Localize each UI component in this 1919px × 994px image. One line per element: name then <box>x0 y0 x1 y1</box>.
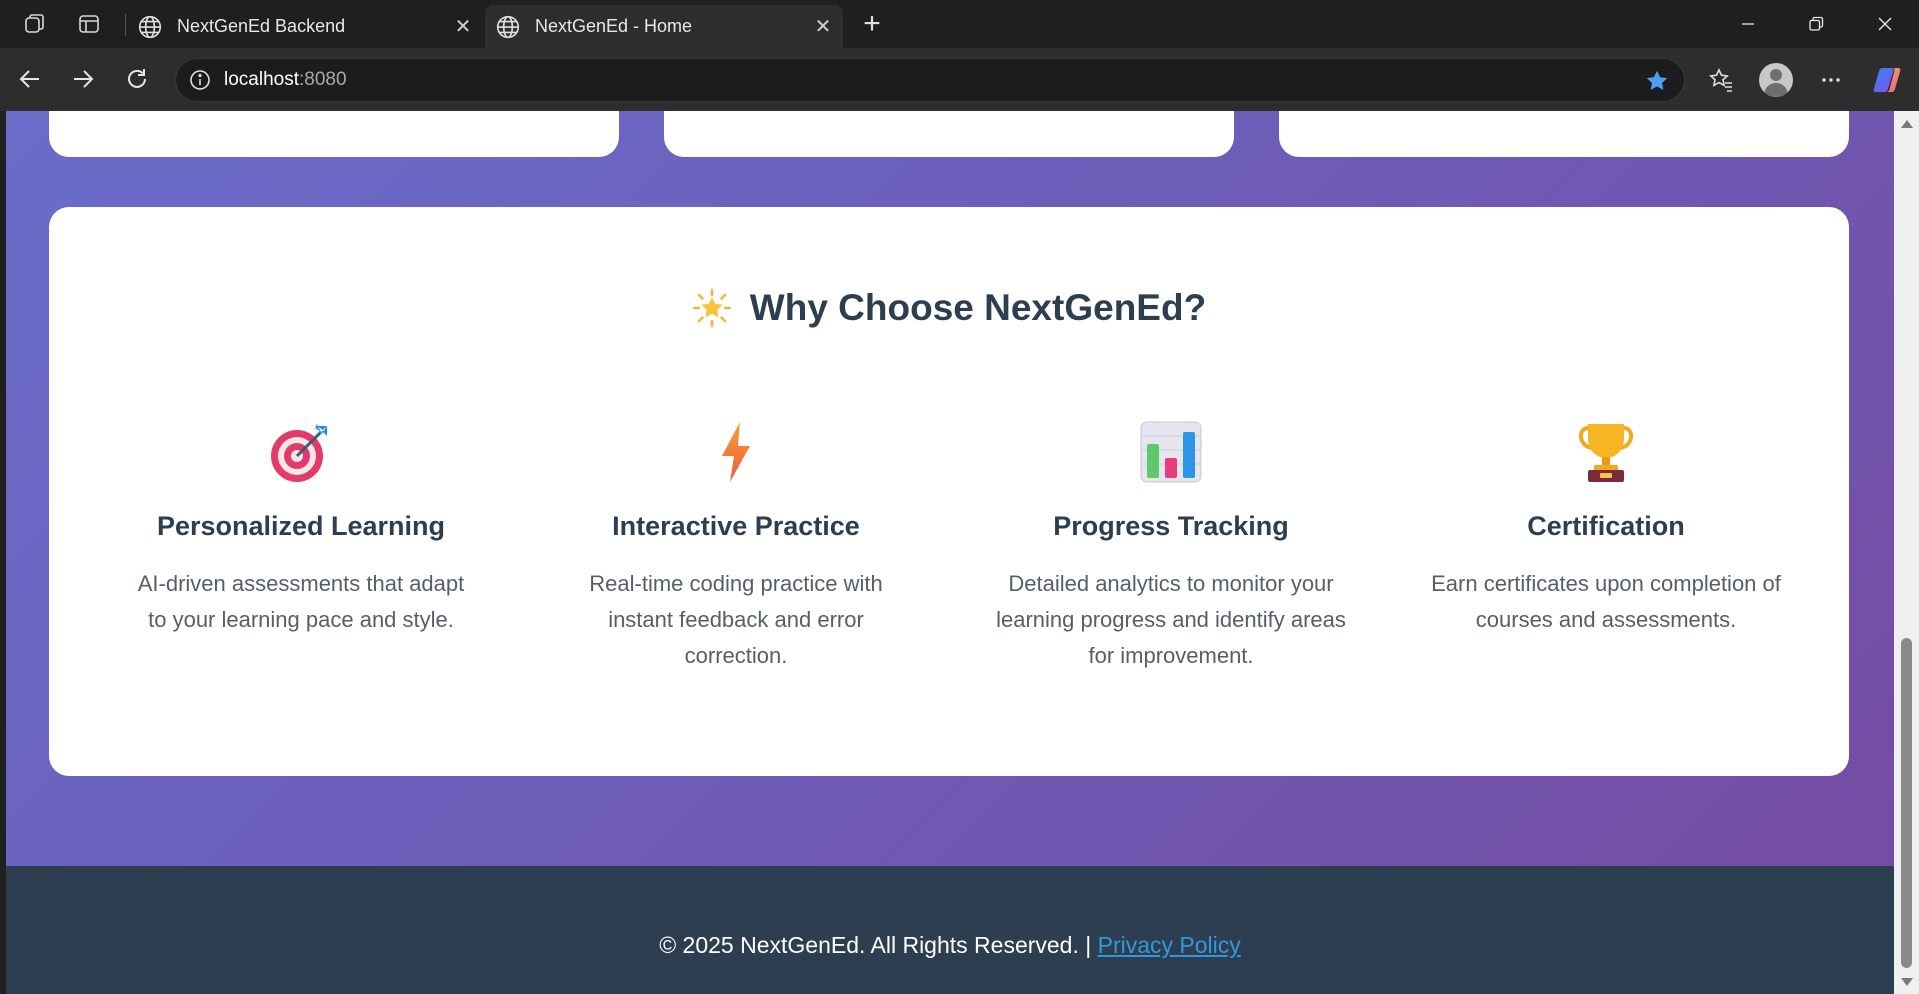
browser-tab-bar: NextGenEd Backend ✕ NextGenEd - Home ✕ + <box>0 0 1919 48</box>
lightning-icon <box>722 422 750 482</box>
profile-avatar[interactable] <box>1756 60 1796 100</box>
tab-nextgened-backend[interactable]: NextGenEd Backend ✕ <box>127 5 483 48</box>
url-host: localhost <box>224 69 299 90</box>
page-viewport: Why Choose NextGenEd? Personalized Learn… <box>6 111 1894 994</box>
site-info-icon[interactable] <box>188 68 212 92</box>
feature-description: Earn certificates upon completion of cou… <box>1431 571 1781 632</box>
scrollbar-thumb[interactable] <box>1901 638 1912 968</box>
tab-nextgened-home[interactable]: NextGenEd - Home ✕ <box>485 5 843 48</box>
restore-icon[interactable] <box>1782 0 1850 48</box>
trophy-icon <box>1579 424 1633 482</box>
footer-text: © 2025 NextGenEd. All Rights Reserved. |… <box>6 932 1894 959</box>
tab-title: NextGenEd - Home <box>535 16 693 36</box>
copyright-text: © 2025 NextGenEd. All Rights Reserved. | <box>659 932 1092 958</box>
feature-progress-tracking: Progress Tracking Detailed analytics to … <box>981 417 1361 674</box>
back-arrow-icon[interactable] <box>11 60 49 98</box>
more-options-icon[interactable] <box>1811 60 1851 100</box>
bar-chart-icon <box>1140 421 1202 483</box>
feature-certification: Certification Earn certificates upon com… <box>1416 417 1796 638</box>
tab-close-icon[interactable]: ✕ <box>809 14 837 39</box>
course-card <box>1279 111 1849 157</box>
course-card <box>49 111 619 157</box>
favorites-icon[interactable] <box>1701 60 1741 100</box>
url-text: localhost:8080 <box>224 69 347 91</box>
tab-close-icon[interactable]: ✕ <box>449 14 477 39</box>
feature-title: Personalized Learning <box>156 511 446 541</box>
address-bar[interactable]: localhost:8080 <box>175 58 1685 102</box>
privacy-policy-link[interactable]: Privacy Policy <box>1098 932 1241 958</box>
feature-description: Real-time coding practice with instant f… <box>589 571 883 668</box>
scroll-down-arrow-icon[interactable] <box>1901 978 1913 986</box>
globe-icon <box>496 15 520 38</box>
browser-toolbar: localhost:8080 <box>0 48 1919 111</box>
globe-icon <box>138 15 162 38</box>
vertical-tabs-icon[interactable] <box>72 8 106 40</box>
tab-title: NextGenEd Backend <box>177 16 346 36</box>
feature-title: Progress Tracking <box>1053 511 1289 541</box>
feature-description: AI-driven assessments that adapt to your… <box>137 571 465 632</box>
url-port: :8080 <box>299 69 347 90</box>
section-title: Why Choose NextGenEd? <box>49 287 1849 329</box>
close-window-icon[interactable] <box>1851 0 1919 48</box>
refresh-icon[interactable] <box>118 60 156 98</box>
forward-arrow-icon[interactable] <box>64 60 102 98</box>
new-tab-plus-icon[interactable]: + <box>855 7 889 40</box>
section-title-text: Why Choose NextGenEd? <box>749 287 1207 328</box>
minimize-icon[interactable] <box>1714 0 1782 48</box>
workspaces-icon[interactable] <box>18 8 52 40</box>
feature-interactive-practice: Interactive Practice Real-time coding pr… <box>546 417 926 674</box>
feature-title: Certification <box>1527 511 1685 541</box>
glowing-star-icon <box>692 288 732 328</box>
target-icon <box>271 424 327 482</box>
course-card <box>664 111 1234 157</box>
feature-title: Interactive Practice <box>612 511 860 541</box>
feature-description: Detailed analytics to monitor your learn… <box>996 571 1346 668</box>
tab-separator <box>125 14 126 36</box>
copilot-icon[interactable] <box>1867 60 1907 100</box>
site-footer: © 2025 NextGenEd. All Rights Reserved. |… <box>6 866 1894 994</box>
page-scrollbar[interactable] <box>1894 111 1919 994</box>
why-choose-section: Why Choose NextGenEd? Personalized Learn… <box>49 207 1849 776</box>
favorite-star-icon[interactable] <box>1644 68 1670 94</box>
scroll-up-arrow-icon[interactable] <box>1901 120 1913 128</box>
feature-personalized-learning: Personalized Learning AI-driven assessme… <box>111 417 491 638</box>
avatar <box>1759 63 1793 97</box>
